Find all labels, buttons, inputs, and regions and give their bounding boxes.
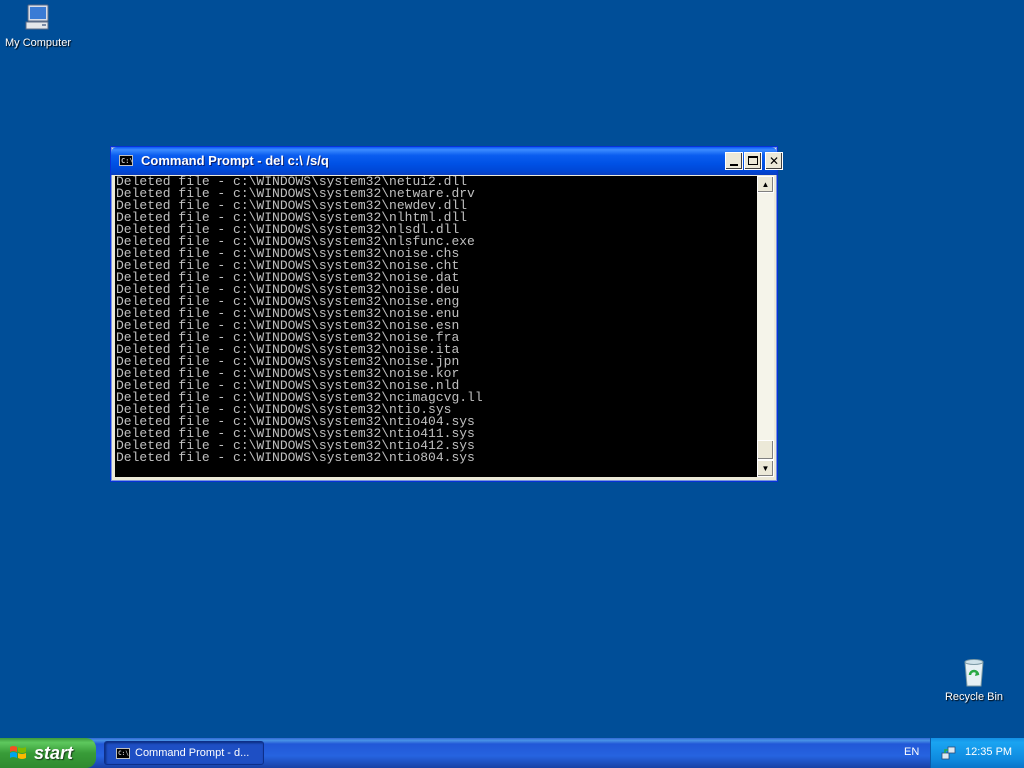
recycle-bin-icon	[958, 656, 990, 688]
minimize-button[interactable]	[725, 152, 743, 170]
command-prompt-window[interactable]: C:\ Command Prompt - del c:\ /s/q ✕ Dele…	[110, 146, 783, 482]
maximize-button[interactable]	[744, 152, 762, 170]
console-icon: C:\	[116, 748, 130, 759]
scroll-up-arrow-icon: ▲	[761, 180, 770, 189]
taskbar: start C:\ Command Prompt - d... EN 12:35…	[0, 738, 1024, 768]
console-icon[interactable]: C:\	[119, 155, 134, 166]
console-output[interactable]: Deleted file - c:\WINDOWS\system32\netui…	[115, 176, 757, 477]
console-line: Deleted file - c:\WINDOWS\system32\ntio8…	[116, 450, 475, 465]
console-lines: Deleted file - c:\WINDOWS\system32\netui…	[115, 176, 757, 464]
taskbar-item-label: Command Prompt - d...	[135, 747, 250, 759]
scroll-down-arrow-icon: ▼	[761, 464, 770, 473]
recycle-bin-label: Recycle Bin	[944, 691, 1004, 703]
start-button[interactable]: start	[0, 738, 96, 768]
language-indicator[interactable]: EN	[904, 746, 919, 758]
vertical-scrollbar[interactable]: ▲ ▼	[757, 176, 774, 477]
start-label: start	[34, 743, 74, 763]
window-title: Command Prompt - del c:\ /s/q	[141, 153, 329, 168]
scroll-thumb[interactable]	[757, 440, 774, 460]
taskbar-item-command-prompt[interactable]: C:\ Command Prompt - d...	[104, 741, 264, 765]
window-titlebar[interactable]: C:\ Command Prompt - del c:\ /s/q ✕	[111, 147, 783, 175]
my-computer-shortcut[interactable]: My Computer	[0, 2, 76, 49]
scroll-down-button[interactable]: ▼	[757, 460, 774, 477]
scroll-up-button[interactable]: ▲	[757, 176, 774, 193]
my-computer-label: My Computer	[4, 37, 72, 49]
maximize-icon	[748, 156, 758, 165]
minimize-icon	[730, 164, 738, 166]
my-computer-icon	[22, 2, 54, 34]
system-tray: 12:35 PM	[930, 738, 1024, 768]
windows-flag-icon	[9, 745, 27, 761]
network-connection-icon[interactable]	[941, 745, 957, 761]
recycle-bin-shortcut[interactable]: Recycle Bin	[936, 656, 1012, 703]
clock[interactable]: 12:35 PM	[965, 746, 1012, 758]
close-button[interactable]: ✕	[765, 152, 783, 170]
close-icon: ✕	[768, 154, 780, 168]
